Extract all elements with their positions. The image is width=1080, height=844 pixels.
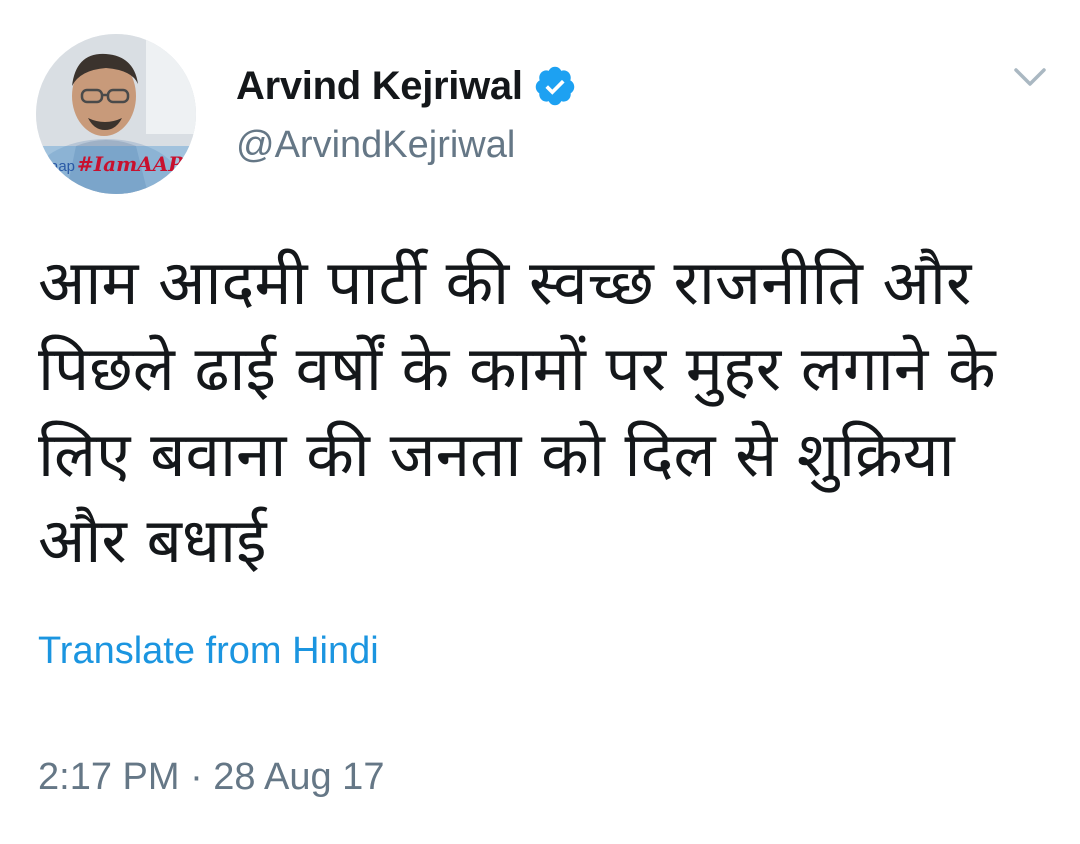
- translate-link[interactable]: Translate from Hindi: [38, 630, 379, 673]
- tweet-timestamp[interactable]: 2:17 PM · 28 Aug 17: [38, 756, 384, 799]
- user-handle[interactable]: @ArvindKejriwal: [236, 124, 515, 167]
- avatar[interactable]: aap #IamAAP: [36, 34, 196, 194]
- tweet-text: आम आदमी पार्टी की स्वच्छ राजनीति और पिछल…: [38, 246, 996, 577]
- avatar-badge: aap #IamAAP: [50, 152, 183, 176]
- verified-badge-icon: [535, 66, 574, 106]
- display-name[interactable]: Arvind Kejriwal: [236, 64, 523, 109]
- avatar-badge-label: #IamAAP: [77, 152, 184, 176]
- avatar-party-label: aap: [50, 158, 76, 175]
- chevron-down-icon[interactable]: [1012, 62, 1048, 92]
- author-name-row: Arvind Kejriwal: [236, 62, 577, 110]
